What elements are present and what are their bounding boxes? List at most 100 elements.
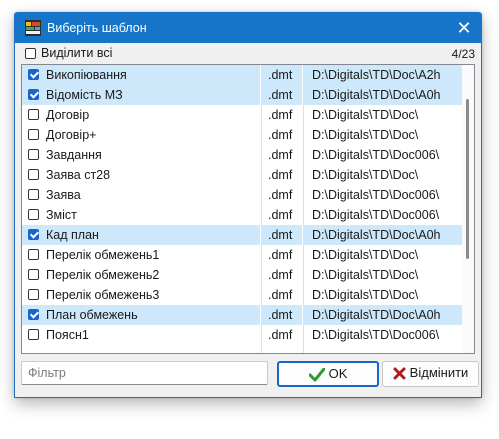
row-checkbox[interactable]	[28, 89, 39, 100]
template-path: D:\Digitals\TD\Doc006\	[312, 328, 440, 342]
list-item[interactable]: Договір+ .dmf D:\Digitals\TD\Doc\	[22, 125, 462, 145]
cancel-label: Відмінити	[409, 365, 469, 380]
list-item[interactable]: Перелік обмежень3 .dmf D:\Digitals\TD\Doc\	[22, 285, 462, 305]
template-name: План обмежень	[46, 308, 138, 322]
template-name: Кад план	[46, 228, 99, 242]
template-name-cell: Заява	[22, 185, 260, 205]
filter-input[interactable]	[21, 361, 268, 385]
template-path: D:\Digitals\TD\Doc006\	[312, 188, 440, 202]
row-checkbox[interactable]	[28, 269, 39, 280]
list-item[interactable]: Кад план .dmt D:\Digitals\TD\Doc\A0h	[22, 225, 462, 245]
template-path: D:\Digitals\TD\Doc\	[312, 268, 419, 282]
template-path: D:\Digitals\TD\Doc006\	[312, 148, 440, 162]
window-title: Виберіть шаблон	[47, 21, 147, 35]
close-button[interactable]: ✕	[447, 13, 481, 43]
template-name-cell: Заява ст28	[22, 165, 260, 185]
template-ext: .dmf	[268, 108, 293, 122]
template-name-cell: Відомість МЗ	[22, 85, 260, 105]
template-path: D:\Digitals\TD\Doc\A0h	[304, 305, 462, 325]
list-item[interactable]: Договір .dmf D:\Digitals\TD\Doc\	[22, 105, 462, 125]
template-ext: .dmf	[268, 128, 293, 142]
row-checkbox[interactable]	[28, 129, 39, 140]
cancel-button[interactable]: Відмінити	[382, 361, 479, 387]
row-checkbox[interactable]	[28, 329, 39, 340]
row-checkbox[interactable]	[28, 209, 39, 220]
template-name-cell: Зміст	[22, 205, 260, 225]
template-name-cell: План обмежень	[22, 305, 260, 325]
checkmark-icon	[308, 367, 325, 382]
template-name-cell: Кад план	[22, 225, 260, 245]
template-path: D:\Digitals\TD\Doc\A0h	[304, 85, 462, 105]
list-item[interactable]: Завдання .dmf D:\Digitals\TD\Doc006\	[22, 145, 462, 165]
template-ext: .dmt	[262, 85, 302, 105]
template-rows: Викопіювання .dmt D:\Digitals\TD\Doc\A2h Ві…	[22, 65, 462, 345]
list-item[interactable]: Поясн1 .dmf D:\Digitals\TD\Doc006\	[22, 325, 462, 345]
template-name-cell: Викопіювання	[22, 65, 260, 85]
template-path: D:\Digitals\TD\Doc\	[312, 288, 419, 302]
ok-button[interactable]: OK	[277, 361, 379, 387]
template-name: Зміст	[46, 208, 77, 222]
list-item[interactable]: Зміст .dmf D:\Digitals\TD\Doc006\	[22, 205, 462, 225]
template-list[interactable]: Викопіювання .dmt D:\Digitals\TD\Doc\A2h Ві…	[21, 64, 475, 354]
ok-label: OK	[328, 366, 348, 381]
template-ext: .dmf	[268, 268, 293, 282]
template-ext: .dmf	[268, 188, 293, 202]
row-checkbox[interactable]	[28, 309, 39, 320]
select-all-checkbox[interactable]	[25, 48, 36, 59]
template-ext: .dmt	[262, 305, 302, 325]
row-checkbox[interactable]	[28, 109, 39, 120]
title-bar[interactable]: Виберіть шаблон ✕	[15, 13, 481, 43]
select-all-label[interactable]: Виділити всі	[41, 46, 112, 60]
template-ext: .dmf	[268, 148, 293, 162]
template-ext: .dmt	[262, 65, 302, 85]
template-path: D:\Digitals\TD\Doc\A2h	[304, 65, 462, 85]
template-name: Поясн1	[46, 328, 89, 342]
column-divider	[261, 65, 262, 353]
template-name-cell: Перелік обмежень1	[22, 245, 260, 265]
list-item[interactable]: Заява ст28 .dmf D:\Digitals\TD\Doc\	[22, 165, 462, 185]
row-checkbox[interactable]	[28, 149, 39, 160]
scrollbar-thumb[interactable]	[466, 99, 469, 259]
template-path: D:\Digitals\TD\Doc\A0h	[304, 225, 462, 245]
close-icon: ✕	[456, 18, 472, 38]
row-checkbox[interactable]	[28, 69, 39, 80]
template-name: Заява	[46, 188, 81, 202]
selection-counter: 4/23	[451, 47, 475, 61]
template-dialog: Виберіть шаблон ✕ Виділити всі 4/23 Вико…	[14, 12, 482, 398]
template-ext: .dmf	[268, 248, 293, 262]
template-ext: .dmf	[268, 328, 293, 342]
template-name: Перелік обмежень3	[46, 288, 160, 302]
template-path: D:\Digitals\TD\Doc006\	[312, 208, 440, 222]
template-name-cell: Перелік обмежень3	[22, 285, 260, 305]
list-item[interactable]: Перелік обмежень2 .dmf D:\Digitals\TD\Doc\	[22, 265, 462, 285]
template-path: D:\Digitals\TD\Doc\	[312, 168, 419, 182]
app-icon	[25, 20, 41, 36]
template-name: Перелік обмежень1	[46, 248, 160, 262]
template-path: D:\Digitals\TD\Doc\	[312, 108, 419, 122]
template-ext: .dmf	[268, 208, 293, 222]
template-name: Викопіювання	[46, 68, 127, 82]
list-item[interactable]: Викопіювання .dmt D:\Digitals\TD\Doc\A2h	[22, 65, 462, 85]
template-ext: .dmf	[268, 288, 293, 302]
template-name-cell: Поясн1	[22, 325, 260, 345]
list-item[interactable]: Перелік обмежень1 .dmf D:\Digitals\TD\Doc\	[22, 245, 462, 265]
template-name: Договір+	[46, 128, 97, 142]
select-all-row: Виділити всі 4/23	[15, 44, 481, 64]
row-checkbox[interactable]	[28, 229, 39, 240]
list-item[interactable]: Заява .dmf D:\Digitals\TD\Doc006\	[22, 185, 462, 205]
row-checkbox[interactable]	[28, 169, 39, 180]
row-checkbox[interactable]	[28, 249, 39, 260]
row-checkbox[interactable]	[28, 189, 39, 200]
row-checkbox[interactable]	[28, 289, 39, 300]
template-ext: .dmf	[268, 168, 293, 182]
template-path: D:\Digitals\TD\Doc\	[312, 128, 419, 142]
template-name-cell: Договір	[22, 105, 260, 125]
list-item[interactable]: Відомість МЗ .dmt D:\Digitals\TD\Doc\A0h	[22, 85, 462, 105]
template-ext: .dmt	[262, 225, 302, 245]
list-item[interactable]: План обмежень .dmt D:\Digitals\TD\Doc\A0h	[22, 305, 462, 325]
template-name: Заява ст28	[46, 168, 111, 182]
vertical-scrollbar[interactable]	[462, 65, 474, 353]
template-name: Завдання	[46, 148, 102, 162]
template-name-cell: Перелік обмежень2	[22, 265, 260, 285]
template-name-cell: Договір+	[22, 125, 260, 145]
